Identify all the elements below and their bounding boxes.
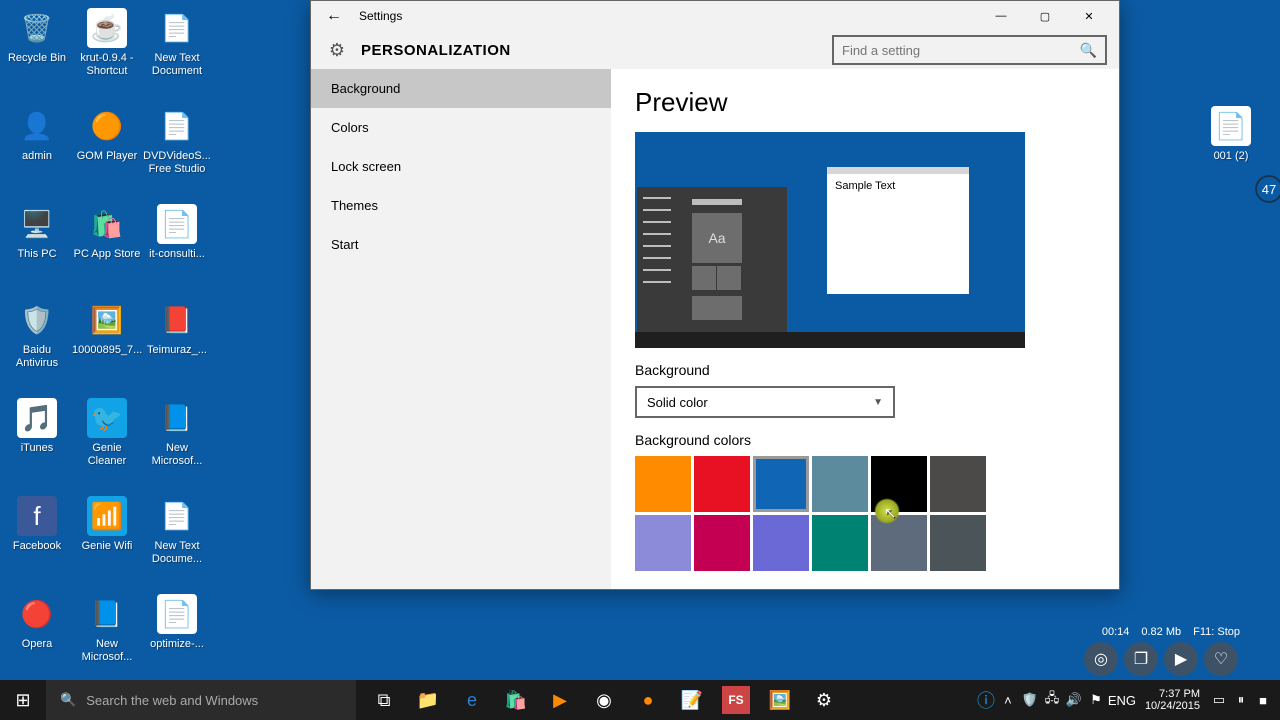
file-explorer-icon[interactable]: 📁 bbox=[406, 680, 450, 720]
search-input[interactable] bbox=[842, 43, 1080, 58]
taskbar: ⊞ 🔍 Search the web and Windows ⧉ 📁 e 🛍️ … bbox=[0, 680, 1280, 720]
desktop-icon[interactable]: 📶Genie Wifi bbox=[72, 496, 142, 553]
desktop-icon[interactable]: ☕krut-0.9.4 - Shortcut bbox=[72, 8, 142, 78]
desktop-icon[interactable]: 🖼️10000895_7... bbox=[72, 300, 142, 357]
settings-taskbar-icon[interactable]: ⚙ bbox=[802, 680, 846, 720]
clock[interactable]: 7:37 PM 10/24/2015 bbox=[1137, 688, 1208, 712]
photos-icon[interactable]: 🖼️ bbox=[758, 680, 802, 720]
desktop-icon[interactable]: 📄001 (2) bbox=[1196, 106, 1266, 163]
desktop-icon[interactable]: 🗑️Recycle Bin bbox=[2, 8, 72, 65]
tray-up-icon[interactable]: ˄ bbox=[997, 693, 1019, 708]
recorder-like-button[interactable]: ♡ bbox=[1204, 642, 1238, 676]
lang-indicator[interactable]: ENG bbox=[1107, 693, 1137, 708]
search-icon: 🔍 bbox=[60, 692, 76, 708]
color-swatch[interactable] bbox=[753, 456, 809, 512]
desktop-icon[interactable]: 📘New Microsof... bbox=[72, 594, 142, 664]
recorder-copy-button[interactable]: ❐ bbox=[1124, 642, 1158, 676]
edge-icon[interactable]: e bbox=[450, 680, 494, 720]
notepad-icon[interactable]: 📝 bbox=[670, 680, 714, 720]
close-button[interactable]: ✕ bbox=[1067, 1, 1111, 31]
desktop-icon[interactable]: 📄it-consulti... bbox=[142, 204, 212, 261]
page-title: PERSONALIZATION bbox=[351, 42, 511, 59]
recorder-controls: ◎ ❐ ▶ ♡ bbox=[1084, 642, 1238, 676]
taskbar-search[interactable]: 🔍 Search the web and Windows bbox=[46, 680, 356, 720]
start-button[interactable]: ⊞ bbox=[0, 680, 46, 720]
desktop-icon[interactable]: 🎵iTunes bbox=[2, 398, 72, 455]
maximize-button[interactable]: ▢ bbox=[1023, 1, 1067, 31]
recorder-webcam-button[interactable]: ◎ bbox=[1084, 642, 1118, 676]
color-swatch[interactable] bbox=[930, 456, 986, 512]
settings-window: ← Settings — ▢ ✕ ⚙ PERSONALIZATION 🔍 Bac… bbox=[310, 0, 1120, 590]
color-swatch[interactable] bbox=[871, 456, 927, 512]
color-swatch[interactable] bbox=[753, 515, 809, 571]
color-swatch[interactable] bbox=[635, 515, 691, 571]
color-swatch[interactable] bbox=[694, 456, 750, 512]
color-swatch[interactable] bbox=[930, 515, 986, 571]
gear-icon: ⚙ bbox=[323, 36, 351, 64]
pause-icon[interactable]: ⏸ bbox=[1230, 692, 1252, 708]
antivirus-tray-icon[interactable]: 🛡️ bbox=[1019, 692, 1041, 708]
desktop-icon[interactable]: 📄DVDVideoS... Free Studio bbox=[142, 106, 212, 176]
color-swatch[interactable] bbox=[812, 456, 868, 512]
gom-icon[interactable]: ● bbox=[626, 680, 670, 720]
window-title: Settings bbox=[349, 9, 979, 23]
chevron-down-icon: ▼ bbox=[873, 397, 883, 408]
content-area: Preview Aa bbox=[611, 69, 1119, 589]
desktop-icon[interactable]: 👤admin bbox=[2, 106, 72, 163]
color-swatch[interactable] bbox=[871, 515, 927, 571]
desktop-icon[interactable]: 📘New Microsof... bbox=[142, 398, 212, 468]
network-tray-icon[interactable]: 🖧 bbox=[1041, 689, 1063, 711]
sidebar: BackgroundColorsLock screenThemesStart bbox=[311, 69, 611, 589]
settings-search[interactable]: 🔍 bbox=[832, 35, 1107, 65]
desktop-icon[interactable]: 📄New Text Docume... bbox=[142, 496, 212, 566]
flag-tray-icon[interactable]: ⚑ bbox=[1085, 692, 1107, 708]
sidebar-item-colors[interactable]: Colors bbox=[311, 108, 611, 147]
desktop-icon[interactable]: 🛍️PC App Store bbox=[72, 204, 142, 261]
desktop-icon[interactable]: 📄optimize-... bbox=[142, 594, 212, 651]
desktop-icon[interactable]: 🔴Opera bbox=[2, 594, 72, 651]
color-grid bbox=[635, 456, 995, 571]
video-icon[interactable]: ▶ bbox=[538, 680, 582, 720]
preview-sample-window: Sample Text bbox=[827, 174, 969, 294]
notifications-icon[interactable]: ▭ bbox=[1208, 692, 1230, 708]
sidebar-item-lock-screen[interactable]: Lock screen bbox=[311, 147, 611, 186]
desktop-icon[interactable]: 🛡️Baidu Antivirus bbox=[2, 300, 72, 370]
help-icon[interactable]: ⓘ bbox=[975, 687, 997, 713]
desktop-icon[interactable]: 🐦Genie Cleaner bbox=[72, 398, 142, 468]
color-swatch[interactable] bbox=[694, 515, 750, 571]
color-swatch[interactable] bbox=[812, 515, 868, 571]
search-icon: 🔍 bbox=[1080, 42, 1097, 59]
volume-tray-icon[interactable]: 🔊 bbox=[1063, 692, 1085, 708]
task-view-icon[interactable]: ⧉ bbox=[362, 680, 406, 720]
desktop-icon[interactable]: 🟠GOM Player bbox=[72, 106, 142, 163]
desktop-icon[interactable]: 📕Teimuraz_... bbox=[142, 300, 212, 357]
color-swatch[interactable] bbox=[635, 456, 691, 512]
sidebar-item-background[interactable]: Background bbox=[311, 69, 611, 108]
desktop-icon[interactable]: fFacebook bbox=[2, 496, 72, 553]
background-colors-label: Background colors bbox=[635, 432, 1095, 448]
notification-badge[interactable]: 47 bbox=[1252, 172, 1280, 206]
back-button[interactable]: ← bbox=[319, 1, 349, 31]
recorder-stats: 00:14 0.82 Mb F11: Stop bbox=[1102, 626, 1240, 638]
sidebar-item-start[interactable]: Start bbox=[311, 225, 611, 264]
preview-box: Aa Sample Text bbox=[635, 132, 1025, 348]
stop-icon[interactable]: ■ bbox=[1252, 693, 1274, 708]
background-dropdown[interactable]: Solid color ▼ bbox=[635, 386, 895, 418]
preview-heading: Preview bbox=[635, 87, 1095, 118]
sidebar-item-themes[interactable]: Themes bbox=[311, 186, 611, 225]
desktop-icon[interactable]: 🖥️This PC bbox=[2, 204, 72, 261]
freestudio-icon[interactable]: FS bbox=[722, 686, 750, 714]
recorder-next-button[interactable]: ▶ bbox=[1164, 642, 1198, 676]
chrome-icon[interactable]: ◉ bbox=[582, 680, 626, 720]
background-label: Background bbox=[635, 362, 1095, 378]
minimize-button[interactable]: — bbox=[979, 1, 1023, 31]
store-icon[interactable]: 🛍️ bbox=[494, 680, 538, 720]
desktop-icon[interactable]: 📄New Text Document bbox=[142, 8, 212, 78]
